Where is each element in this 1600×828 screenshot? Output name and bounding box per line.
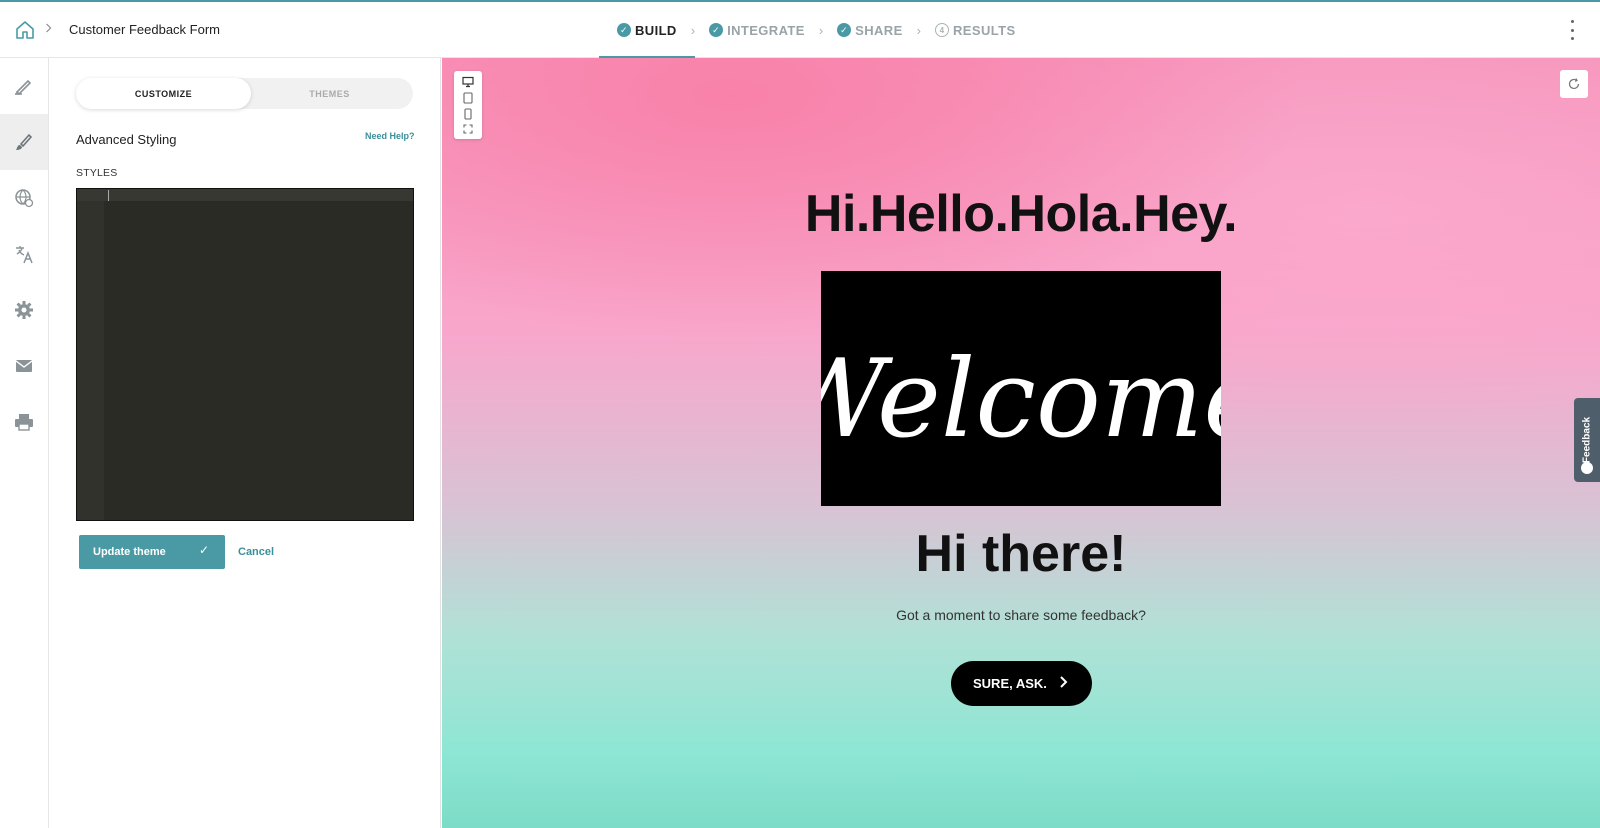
start-button[interactable]: SURE, ASK. [951,661,1092,706]
step-nav: ✓ BUILD › ✓ INTEGRATE › ✓ SHARE › 4 RESU… [599,2,1020,59]
check-icon: ✓ [709,23,724,37]
step-label: RESULTS [953,22,1016,38]
check-icon: ✓ [617,23,631,37]
chevron-right-icon [1060,676,1068,688]
rail-item-build[interactable] [0,58,48,114]
mobile-icon[interactable] [462,108,474,120]
form-preview: Hi.Hello.Hola.Hey. Welcome Hi there! Got… [442,58,1600,828]
welcome-heading: Hi.Hello.Hola.Hey. [804,185,1238,243]
welcome-script-graphic: Welcome [821,337,1221,462]
top-bar: Customer Feedback Form ✓ BUILD › ✓ INTEG… [0,0,1600,59]
step-label: BUILD [635,22,677,38]
styles-label: STYLES [76,167,118,179]
step-integrate[interactable]: ✓ INTEGRATE [705,2,809,58]
welcome-script-text: Welcome [821,337,1221,462]
left-icon-rail [0,58,49,828]
welcome-image: Welcome [821,271,1221,506]
step-number-badge: 4 [935,23,950,37]
editor-active-line [77,189,413,201]
step-share[interactable]: ✓ SHARE [833,2,907,58]
printer-icon [15,414,33,431]
cancel-link[interactable]: Cancel [238,546,274,558]
step-label: INTEGRATE [727,22,805,38]
check-icon: ✓ [837,23,852,37]
rail-item-translate[interactable] [0,226,48,282]
customize-tab[interactable]: CUSTOMIZE [76,78,251,109]
feedback-tab[interactable]: Feedback [1574,398,1600,482]
welcome-title: Hi there! [915,525,1127,583]
chevron-right-icon: › [916,22,922,38]
globe-icon [15,189,34,208]
update-theme-label: Update theme [93,546,166,558]
chevron-right-icon: › [690,22,696,38]
pencil-icon [15,79,32,96]
smiley-icon [1581,462,1593,474]
rail-item-email[interactable] [0,338,48,394]
form-title[interactable]: Customer Feedback Form [69,22,220,37]
feedback-tab-label: Feedback [1581,416,1593,464]
rail-item-print[interactable] [0,394,48,450]
section-title: Advanced Styling [76,132,177,147]
rail-item-language[interactable] [0,170,48,226]
editor-gutter [77,189,104,520]
rail-item-design[interactable] [0,114,48,170]
device-switcher [454,71,482,139]
step-build[interactable]: ✓ BUILD [599,2,695,59]
customize-panel: THEMES CUSTOMIZE Advanced Styling Need H… [49,58,441,828]
step-results[interactable]: 4 RESULTS [931,2,1020,58]
welcome-subtitle: Got a moment to share some feedback? [896,607,1146,623]
themes-tab[interactable]: THEMES [246,78,413,109]
rail-item-settings[interactable] [0,282,48,338]
need-help-link[interactable]: Need Help? [365,131,415,141]
fullscreen-icon[interactable] [462,123,474,135]
refresh-icon[interactable] [1560,70,1588,98]
tablet-icon[interactable] [462,92,474,104]
step-label: SHARE [855,22,903,38]
paintbrush-icon [16,133,33,150]
desktop-icon[interactable] [462,76,474,88]
start-button-label: SURE, ASK. [973,676,1047,691]
editor-cursor [108,190,109,201]
check-icon: ✓ [198,543,209,557]
gear-icon [15,301,33,319]
mail-icon [15,360,33,372]
translate-icon [16,246,33,264]
update-theme-button[interactable]: Update theme ✓ [79,535,225,569]
chevron-right-icon: › [818,22,824,38]
customize-themes-toggle: THEMES CUSTOMIZE [76,78,413,109]
more-options-icon[interactable] [1569,20,1575,40]
home-icon[interactable] [14,19,36,41]
breadcrumb-chevron-icon [45,21,53,37]
css-code-editor[interactable] [76,188,414,521]
